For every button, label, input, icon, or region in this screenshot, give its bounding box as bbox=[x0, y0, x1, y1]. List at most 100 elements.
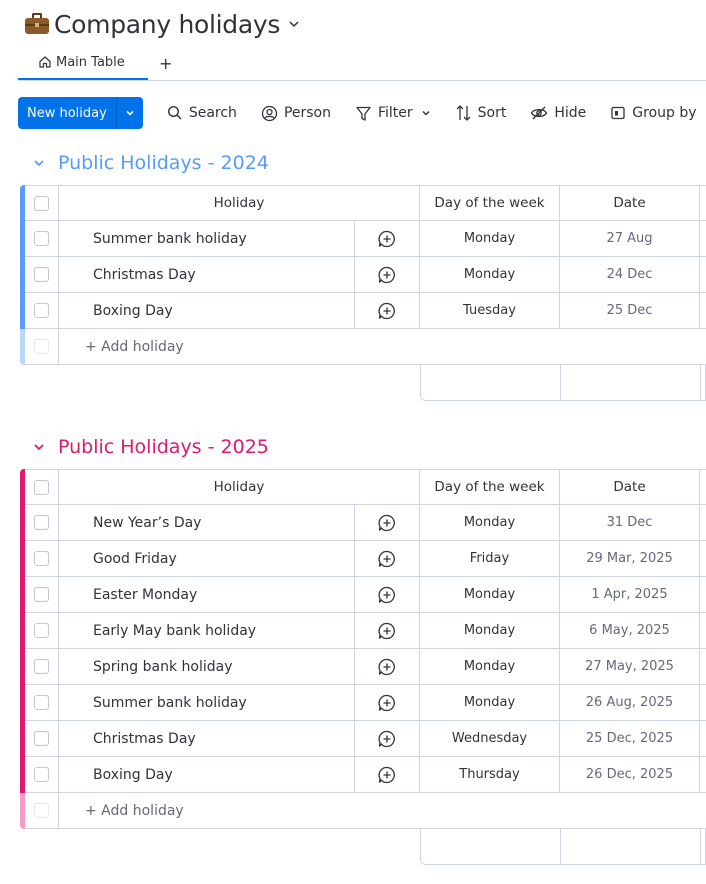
add-update-cell[interactable] bbox=[355, 577, 420, 612]
table-row[interactable]: Boxing Day Thursday 26 Dec, 2025 bbox=[25, 757, 706, 793]
date-cell[interactable]: 6 May, 2025 bbox=[560, 613, 700, 648]
date-cell[interactable]: 26 Aug, 2025 bbox=[560, 685, 700, 720]
row-checkbox[interactable] bbox=[34, 623, 49, 638]
add-update-cell[interactable] bbox=[355, 757, 420, 792]
add-update-icon[interactable] bbox=[377, 301, 397, 321]
row-checkbox[interactable] bbox=[34, 731, 49, 746]
select-all-checkbox[interactable] bbox=[34, 195, 49, 211]
add-update-cell[interactable] bbox=[355, 685, 420, 720]
add-update-icon[interactable] bbox=[377, 265, 397, 285]
column-header-day[interactable]: Day of the week bbox=[420, 186, 560, 220]
add-update-cell[interactable] bbox=[355, 541, 420, 576]
day-cell[interactable]: Wednesday bbox=[420, 721, 560, 756]
add-update-icon[interactable] bbox=[377, 657, 397, 677]
day-cell[interactable]: Monday bbox=[420, 505, 560, 540]
day-cell[interactable]: Monday bbox=[420, 257, 560, 292]
row-checkbox[interactable] bbox=[34, 267, 49, 282]
column-header-day[interactable]: Day of the week bbox=[420, 470, 560, 504]
add-update-icon[interactable] bbox=[377, 229, 397, 249]
add-update-icon[interactable] bbox=[377, 729, 397, 749]
date-cell[interactable]: 27 Aug bbox=[560, 221, 700, 256]
hide-button[interactable]: Hide bbox=[530, 105, 586, 121]
date-cell[interactable]: 27 May, 2025 bbox=[560, 649, 700, 684]
new-holiday-label[interactable]: New holiday bbox=[18, 97, 117, 129]
add-view-button[interactable]: + bbox=[159, 46, 172, 80]
page-title[interactable]: Company holidays bbox=[54, 10, 280, 39]
column-header-date[interactable]: Date bbox=[560, 186, 700, 220]
holiday-name[interactable]: Christmas Day bbox=[59, 257, 355, 292]
table-row[interactable]: Easter Monday Monday 1 Apr, 2025 bbox=[25, 577, 706, 613]
group-title-2024[interactable]: Public Holidays - 2024 bbox=[32, 152, 269, 174]
date-cell[interactable]: 24 Dec bbox=[560, 257, 700, 292]
day-cell[interactable]: Thursday bbox=[420, 757, 560, 792]
holiday-name[interactable]: Christmas Day bbox=[59, 721, 355, 756]
add-update-cell[interactable] bbox=[355, 293, 420, 328]
date-cell[interactable]: 25 Dec, 2025 bbox=[560, 721, 700, 756]
row-checkbox[interactable] bbox=[34, 587, 49, 602]
chevron-down-icon[interactable] bbox=[421, 108, 431, 118]
add-update-icon[interactable] bbox=[377, 513, 397, 533]
row-checkbox[interactable] bbox=[34, 659, 49, 674]
holiday-name[interactable]: Good Friday bbox=[59, 541, 355, 576]
add-update-icon[interactable] bbox=[377, 765, 397, 785]
day-cell[interactable]: Monday bbox=[420, 613, 560, 648]
add-update-icon[interactable] bbox=[377, 585, 397, 605]
add-update-cell[interactable] bbox=[355, 505, 420, 540]
chevron-down-icon[interactable] bbox=[288, 18, 300, 30]
table-row[interactable]: Summer bank holiday Monday 26 Aug, 2025 bbox=[25, 685, 706, 721]
person-filter-button[interactable]: Person bbox=[261, 105, 331, 122]
add-update-cell[interactable] bbox=[355, 257, 420, 292]
table-row[interactable]: Spring bank holiday Monday 27 May, 2025 bbox=[25, 649, 706, 685]
column-header-holiday[interactable]: Holiday bbox=[59, 186, 420, 220]
holiday-name[interactable]: Boxing Day bbox=[59, 757, 355, 792]
date-cell[interactable]: 26 Dec, 2025 bbox=[560, 757, 700, 792]
day-cell[interactable]: Monday bbox=[420, 577, 560, 612]
group-title-2025[interactable]: Public Holidays - 2025 bbox=[32, 436, 269, 458]
day-cell[interactable]: Monday bbox=[420, 221, 560, 256]
add-update-icon[interactable] bbox=[377, 621, 397, 641]
holiday-name[interactable]: Early May bank holiday bbox=[59, 613, 355, 648]
holiday-name[interactable]: Summer bank holiday bbox=[59, 685, 355, 720]
row-checkbox[interactable] bbox=[34, 695, 49, 710]
holiday-name[interactable]: New Year’s Day bbox=[59, 505, 355, 540]
filter-button[interactable]: Filter bbox=[355, 105, 431, 122]
add-holiday-input[interactable]: + Add holiday bbox=[59, 329, 705, 364]
column-header-date[interactable]: Date bbox=[560, 470, 700, 504]
table-row[interactable]: Boxing Day Tuesday 25 Dec bbox=[25, 293, 706, 329]
add-update-cell[interactable] bbox=[355, 221, 420, 256]
column-header-holiday[interactable]: Holiday bbox=[59, 470, 420, 504]
table-row[interactable]: Christmas Day Monday 24 Dec bbox=[25, 257, 706, 293]
row-checkbox[interactable] bbox=[34, 515, 49, 530]
date-cell[interactable]: 25 Dec bbox=[560, 293, 700, 328]
row-checkbox[interactable] bbox=[34, 551, 49, 566]
day-cell[interactable]: Monday bbox=[420, 649, 560, 684]
add-update-cell[interactable] bbox=[355, 649, 420, 684]
day-cell[interactable]: Friday bbox=[420, 541, 560, 576]
table-row[interactable]: Early May bank holiday Monday 6 May, 202… bbox=[25, 613, 706, 649]
add-update-cell[interactable] bbox=[355, 613, 420, 648]
date-cell[interactable]: 29 Mar, 2025 bbox=[560, 541, 700, 576]
table-row[interactable]: Summer bank holiday Monday 27 Aug bbox=[25, 221, 706, 257]
select-all-checkbox[interactable] bbox=[34, 479, 49, 495]
table-row[interactable]: Good Friday Friday 29 Mar, 2025 bbox=[25, 541, 706, 577]
row-checkbox[interactable] bbox=[34, 767, 49, 782]
chevron-down-icon[interactable] bbox=[32, 156, 46, 170]
new-holiday-button[interactable]: New holiday bbox=[18, 97, 143, 129]
day-cell[interactable]: Monday bbox=[420, 685, 560, 720]
search-button[interactable]: Search bbox=[167, 105, 237, 121]
chevron-down-icon[interactable] bbox=[32, 440, 46, 454]
tab-main-table[interactable]: Main Table bbox=[18, 46, 148, 80]
add-update-icon[interactable] bbox=[377, 549, 397, 569]
add-update-icon[interactable] bbox=[377, 693, 397, 713]
group-by-button[interactable]: Group by bbox=[610, 105, 697, 121]
table-row[interactable]: Christmas Day Wednesday 25 Dec, 2025 bbox=[25, 721, 706, 757]
holiday-name[interactable]: Spring bank holiday bbox=[59, 649, 355, 684]
sort-button[interactable]: Sort bbox=[455, 104, 506, 122]
holiday-name[interactable]: Boxing Day bbox=[59, 293, 355, 328]
date-cell[interactable]: 1 Apr, 2025 bbox=[560, 577, 700, 612]
add-update-cell[interactable] bbox=[355, 721, 420, 756]
date-cell[interactable]: 31 Dec bbox=[560, 505, 700, 540]
add-holiday-input[interactable]: + Add holiday bbox=[59, 793, 705, 828]
holiday-name[interactable]: Easter Monday bbox=[59, 577, 355, 612]
table-row[interactable]: New Year’s Day Monday 31 Dec bbox=[25, 505, 706, 541]
